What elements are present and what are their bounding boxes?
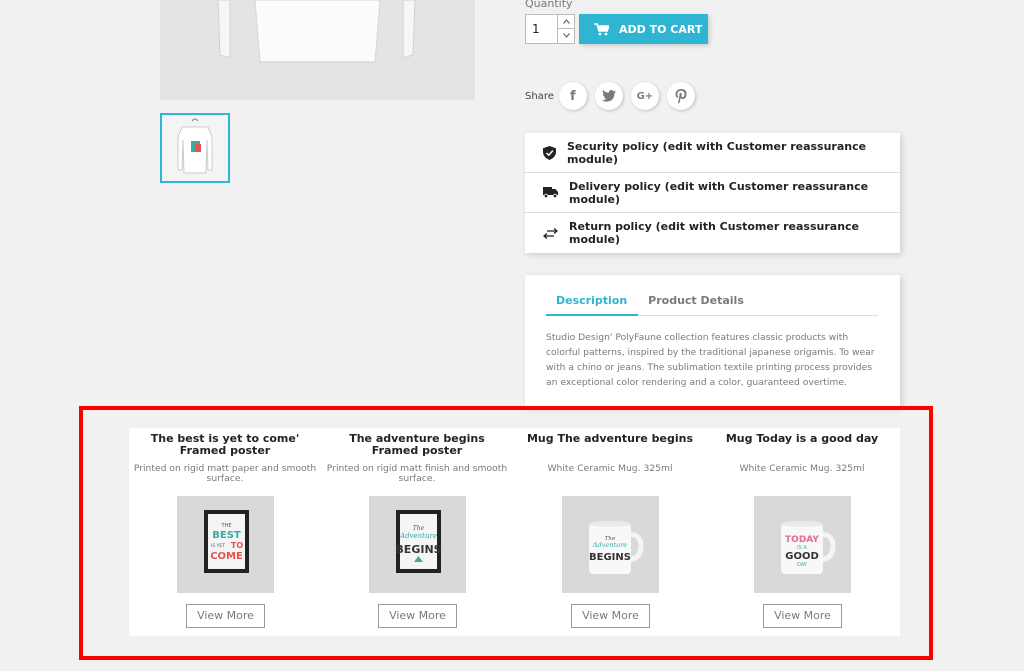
view-more-button[interactable]: View More — [378, 604, 457, 628]
quantity-increase-button[interactable] — [557, 15, 574, 29]
svg-text:THE: THE — [221, 523, 232, 529]
twitter-icon[interactable] — [594, 82, 623, 110]
product-description: White Ceramic Mug. 325ml — [547, 463, 673, 474]
facebook-icon[interactable]: f — [558, 82, 587, 110]
pinterest-icon[interactable] — [666, 82, 695, 110]
svg-text:Adventure: Adventure — [592, 541, 627, 549]
delivery-policy-label: Delivery policy (edit with Customer reas… — [569, 179, 869, 206]
chevron-up-icon — [562, 19, 570, 24]
related-products: The best is yet to come' Framed poster P… — [129, 428, 900, 636]
google-plus-icon[interactable]: G+ — [630, 82, 659, 110]
tab-product-details[interactable]: Product Details — [638, 289, 755, 316]
product-title[interactable]: Mug The adventure begins — [518, 433, 702, 445]
product-image[interactable]: The Adventure BEGINS — [369, 496, 466, 593]
product-card: Mug Today is a good day White Ceramic Mu… — [706, 428, 898, 636]
add-to-cart-label: ADD TO CART — [619, 22, 703, 36]
truck-icon — [543, 187, 558, 198]
svg-text:Adventure: Adventure — [399, 532, 437, 540]
view-more-button[interactable]: View More — [571, 604, 650, 628]
shield-check-icon — [543, 145, 556, 160]
product-main-image — [160, 0, 475, 100]
share-label: Share — [525, 90, 554, 102]
product-image[interactable]: THE BEST IS YET TO COME — [177, 496, 274, 593]
product-card: The adventure begins Framed poster Print… — [321, 428, 513, 636]
product-title[interactable]: The adventure begins Framed poster — [325, 433, 509, 456]
product-card: Mug The adventure begins White Ceramic M… — [514, 428, 706, 636]
svg-text:DAY: DAY — [797, 562, 808, 568]
quantity-stepper[interactable] — [525, 14, 575, 44]
svg-text:GOOD: GOOD — [785, 551, 819, 562]
product-image[interactable]: TODAY IS A GOOD DAY — [754, 496, 851, 593]
view-more-button[interactable]: View More — [186, 604, 265, 628]
svg-text:BEGINS: BEGINS — [589, 552, 631, 563]
svg-text:COME: COME — [210, 551, 243, 562]
add-to-cart-button[interactable]: ADD TO CART — [579, 14, 708, 44]
svg-text:TODAY: TODAY — [785, 535, 819, 545]
view-more-button[interactable]: View More — [763, 604, 842, 628]
svg-text:TO: TO — [231, 541, 243, 550]
delivery-policy: Delivery policy (edit with Customer reas… — [525, 173, 900, 213]
quantity-input[interactable] — [526, 15, 558, 43]
security-policy: Security policy (edit with Customer reas… — [525, 133, 900, 173]
swap-arrows-icon — [543, 227, 558, 239]
chevron-down-icon — [562, 33, 570, 38]
svg-text:The: The — [413, 525, 425, 532]
product-description: Printed on rigid matt paper and smooth s… — [133, 463, 317, 484]
svg-text:BEST: BEST — [212, 530, 241, 541]
product-title[interactable]: The best is yet to come' Framed poster — [133, 433, 317, 456]
product-card: The best is yet to come' Framed poster P… — [129, 428, 321, 636]
product-tabs: Description Product Details Studio Desig… — [525, 275, 900, 407]
quantity-decrease-button[interactable] — [557, 29, 574, 43]
quantity-label: Quantity — [525, 0, 573, 10]
shopping-cart-icon — [594, 22, 609, 35]
product-title[interactable]: Mug Today is a good day — [710, 433, 894, 445]
security-policy-label: Security policy (edit with Customer reas… — [567, 139, 867, 166]
return-policy-label: Return policy (edit with Customer reassu… — [569, 220, 860, 246]
description-text: Studio Design' PolyFaune collection feat… — [546, 332, 875, 388]
svg-text:BEGINS: BEGINS — [395, 543, 441, 556]
product-description: White Ceramic Mug. 325ml — [739, 463, 865, 474]
tab-nav: Description Product Details — [546, 289, 878, 316]
product-image[interactable]: The Adventure BEGINS — [562, 496, 659, 593]
share-bar: Share f G+ — [525, 82, 703, 110]
tab-description[interactable]: Description — [546, 289, 639, 316]
product-thumbnail[interactable] — [160, 113, 230, 183]
product-description: Printed on rigid matt finish and smooth … — [326, 463, 508, 484]
return-policy: Return policy (edit with Customer reassu… — [525, 213, 900, 253]
svg-text:IS YET: IS YET — [211, 543, 225, 549]
reassurance-block: Security policy (edit with Customer reas… — [525, 133, 900, 253]
